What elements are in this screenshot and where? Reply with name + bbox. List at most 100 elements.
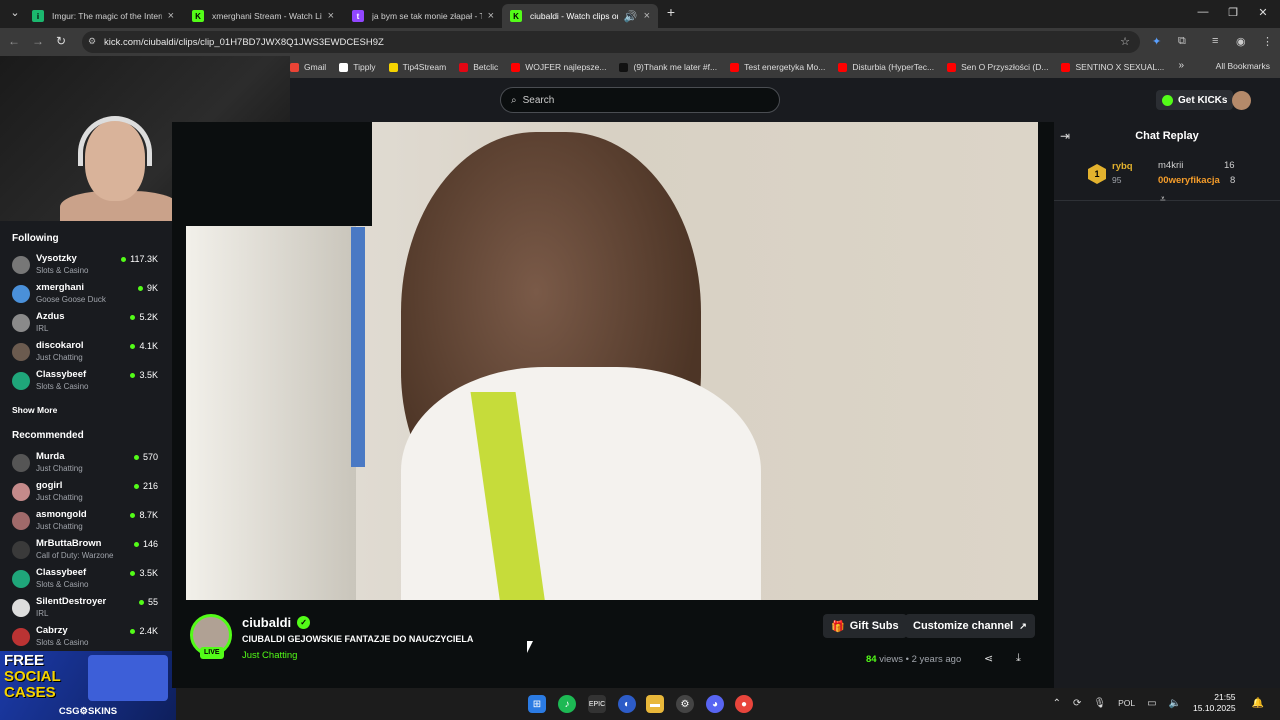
- close-tab-icon[interactable]: ×: [488, 10, 494, 22]
- live-dot-icon: [130, 314, 136, 320]
- close-tab-icon[interactable]: ×: [168, 10, 174, 22]
- forward-icon[interactable]: →: [32, 34, 44, 48]
- channel-category: Just Chatting: [36, 353, 83, 362]
- bookmark-item[interactable]: Tip4Stream: [388, 62, 446, 72]
- tray-overflow-icon[interactable]: ⌃: [1053, 698, 1061, 709]
- get-kicks-button[interactable]: Get KICKs: [1156, 90, 1234, 110]
- bookmarks-bar: Gmail Tipply Tip4Stream Betclic WOJFER najle…: [290, 56, 1280, 78]
- channel-name-row[interactable]: ciubaldi ✓: [242, 615, 311, 630]
- close-tab-icon[interactable]: ×: [644, 10, 650, 22]
- kick-header: ⌕ Search Get KICKs: [290, 78, 1280, 122]
- show-more-button[interactable]: Show More: [12, 405, 57, 415]
- sidebar-channel-classybeef[interactable]: Classybeef Slots & Casino 3.5K: [0, 367, 172, 396]
- sidebar-channel-azdus[interactable]: Azdus IRL 5.2K: [0, 309, 172, 338]
- reload-icon[interactable]: ↻: [56, 34, 66, 48]
- site-info-icon[interactable]: ⚙: [88, 36, 96, 47]
- new-tab-button[interactable]: +: [656, 4, 686, 20]
- system-tray: ⌃ ⟳ 🎙 POL ▭ 🔈 21:55 15.10.2025 🔔: [1047, 692, 1270, 714]
- sidebar-channel-gogirl[interactable]: gogirl Just Chatting 216: [0, 478, 172, 507]
- menu-kebab-icon[interactable]: ⋮: [1262, 35, 1273, 48]
- chrome-icon[interactable]: ●: [735, 695, 753, 713]
- leaderboard-third-user[interactable]: 00weryfikacja: [1158, 175, 1220, 186]
- clip-category[interactable]: Just Chatting: [242, 650, 297, 661]
- epic-games-icon[interactable]: EPIC: [588, 695, 606, 713]
- channel-avatar: [12, 570, 30, 588]
- tray-mic-icon[interactable]: 🎙: [1093, 698, 1106, 709]
- csgoskins-ad-banner[interactable]: FREE SOCIAL CASES CSG⚙SKINS: [0, 651, 176, 720]
- profile-icon[interactable]: ◉: [1236, 35, 1246, 48]
- all-bookmarks-button[interactable]: All Bookmarks: [1216, 61, 1270, 71]
- bookmark-star-icon[interactable]: ☆: [1120, 35, 1130, 48]
- app-icon[interactable]: ◐: [618, 695, 636, 713]
- language-indicator[interactable]: POL: [1118, 698, 1135, 708]
- sidebar-channel-asmongold[interactable]: asmongold Just Chatting 8.7K: [0, 507, 172, 536]
- discord-icon[interactable]: ◕: [706, 695, 724, 713]
- expand-leaderboard-icon[interactable]: ⩡: [1160, 194, 1166, 205]
- download-icon[interactable]: ⤓: [1016, 652, 1021, 665]
- notifications-icon[interactable]: 🔔: [1252, 698, 1264, 709]
- url-bar[interactable]: ⚙ kick.com/ciubaldi/clips/clip_01H7BD7JW…: [82, 31, 1140, 53]
- channel-category: IRL: [36, 324, 49, 333]
- bookmark-item[interactable]: Tipply: [339, 62, 376, 72]
- bookmark-item[interactable]: WOJFER najlepsze...: [511, 62, 606, 72]
- tray-network-icon[interactable]: ▭: [1147, 698, 1156, 709]
- windows-start-icon[interactable]: ⊞: [528, 695, 546, 713]
- media-control-icon[interactable]: ≡: [1212, 35, 1218, 47]
- bookmark-item[interactable]: Disturbia (HyperTec...: [838, 62, 934, 72]
- sidebar-channel-silentdestroyer[interactable]: SilentDestroyer IRL 55: [0, 594, 172, 623]
- extension-icon[interactable]: ✦: [1152, 35, 1161, 48]
- share-icon[interactable]: ⋖: [984, 652, 993, 665]
- spotify-icon[interactable]: ♪: [558, 695, 576, 713]
- sidebar-channel-vysotzky[interactable]: Vysotzky Slots & Casino 117.3K: [0, 251, 172, 280]
- leaderboard-first-user[interactable]: rybq: [1112, 161, 1133, 172]
- clip-video-player[interactable]: [186, 122, 1038, 600]
- bookmark-item[interactable]: SENTINO X SEXUAL...: [1061, 62, 1164, 72]
- viewer-count-value: 55: [147, 597, 158, 607]
- bookmark-item[interactable]: Test energetyka Mo...: [730, 62, 825, 72]
- viewer-count: 4.1K: [130, 341, 158, 351]
- close-tab-icon[interactable]: ×: [328, 10, 334, 22]
- kicks-coin-icon: [1162, 94, 1173, 106]
- extensions-puzzle-icon[interactable]: ⧉: [1178, 35, 1186, 48]
- steam-icon[interactable]: ⚙: [676, 695, 694, 713]
- live-dot-icon: [130, 570, 136, 576]
- close-window-icon[interactable]: ✕: [1248, 6, 1278, 19]
- sidebar-channel-mrbuttabrown[interactable]: MrButtaBrown Call of Duty: Warzone 146: [0, 536, 172, 565]
- audio-playing-icon[interactable]: 🔊: [624, 10, 638, 23]
- bookmarks-overflow-icon[interactable]: »: [1178, 60, 1184, 71]
- leaderboard-second-user[interactable]: m4krii: [1158, 160, 1183, 171]
- sidebar-channel-classybeef[interactable]: Classybeef Slots & Casino 3.5K: [0, 565, 172, 594]
- sidebar-channel-cabrzy[interactable]: Cabrzy Slots & Casino 2.4K: [0, 623, 172, 652]
- bookmark-item[interactable]: Sen O Przyszłości (D...: [947, 62, 1048, 72]
- bookmark-item[interactable]: Betclic: [459, 62, 498, 72]
- viewer-count: 3.5K: [130, 568, 158, 578]
- windows-taskbar: ⊞ ♪ EPIC ◐ ▬ ⚙ ◕ ● ⌃ ⟳ 🎙 POL ▭ 🔈 21:55 1…: [176, 688, 1280, 720]
- clock[interactable]: 21:55 15.10.2025: [1193, 692, 1236, 714]
- sidebar-channel-xmerghani[interactable]: xmerghani Goose Goose Duck 9K: [0, 280, 172, 309]
- search-input[interactable]: ⌕ Search: [500, 87, 780, 113]
- bookmark-favicon-icon: [511, 62, 521, 72]
- sidebar-channel-discokarol[interactable]: discokarol Just Chatting 4.1K: [0, 338, 172, 367]
- bookmark-item[interactable]: Gmail: [290, 62, 326, 72]
- external-link-icon: ↗: [1019, 620, 1027, 631]
- back-icon[interactable]: ←: [8, 34, 20, 48]
- tab-ciubaldi-active[interactable]: K ciubaldi - Watch clips on Ki 🔊 ×: [502, 4, 658, 28]
- sidebar-channel-murda[interactable]: Murda Just Chatting 570: [0, 449, 172, 478]
- bookmark-favicon-icon: [1061, 62, 1071, 72]
- user-avatar[interactable]: [1232, 91, 1251, 110]
- gift-subs-button[interactable]: 🎁 Gift Subs: [823, 614, 907, 638]
- channel-name: Classybeef: [36, 567, 87, 578]
- tab-twitch[interactable]: t ja bym se tak monie złapał - Tw ×: [344, 4, 502, 28]
- tab-xmerghani[interactable]: K xmerghani Stream - Watch Live ×: [184, 4, 342, 28]
- file-explorer-icon[interactable]: ▬: [646, 695, 664, 713]
- tab-imgur[interactable]: i Imgur: The magic of the Interne ×: [24, 4, 182, 28]
- customize-channel-button[interactable]: Customize channel ↗: [905, 614, 1035, 638]
- ad-line-1: FREE: [4, 652, 45, 669]
- live-dot-icon: [130, 512, 136, 518]
- bookmark-item[interactable]: (9)Thank me later #f...: [619, 62, 717, 72]
- tray-volume-icon[interactable]: 🔈: [1169, 698, 1181, 709]
- tray-sync-icon[interactable]: ⟳: [1073, 698, 1081, 709]
- channel-category: Goose Goose Duck: [36, 295, 106, 304]
- restore-icon[interactable]: ❐: [1218, 6, 1248, 19]
- minimize-icon[interactable]: —: [1188, 6, 1218, 18]
